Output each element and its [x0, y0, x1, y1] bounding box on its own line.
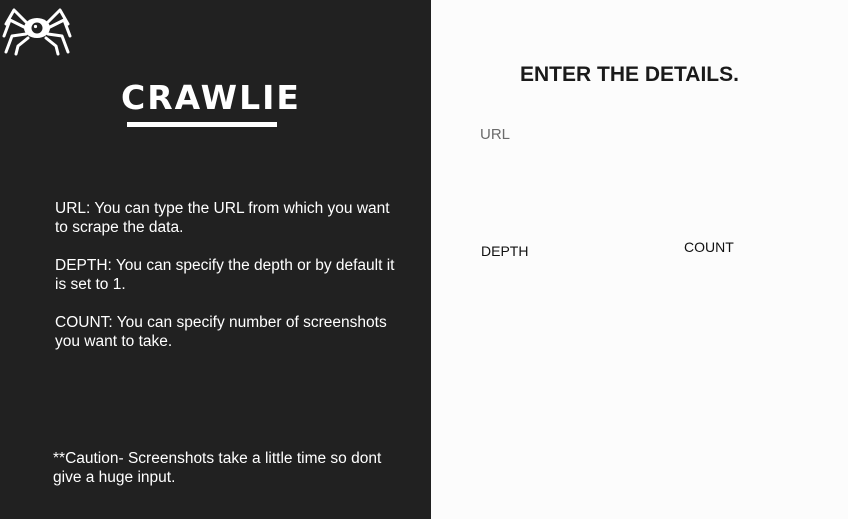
count-label: COUNT [684, 239, 734, 255]
spider-icon [2, 8, 72, 56]
count-input[interactable] [684, 261, 814, 285]
app-page: CRAWLIE URL: You can type the URL from w… [0, 0, 848, 519]
brand-underline [127, 122, 277, 127]
url-help-text: URL: You can type the URL from which you… [55, 200, 390, 236]
url-label: URL [480, 126, 511, 143]
depth-help-text: DEPTH: You can specify the depth or by d… [55, 257, 395, 293]
info-panel: CRAWLIE URL: You can type the URL from w… [0, 0, 431, 519]
caution-text: **Caution- Screenshots take a little tim… [53, 450, 382, 486]
brand-title: CRAWLIE [121, 78, 301, 117]
url-input[interactable] [480, 150, 780, 174]
depth-label: DEPTH [481, 243, 529, 259]
form-title: ENTER THE DETAILS. [520, 63, 739, 86]
depth-input[interactable] [481, 265, 631, 289]
count-help-text: COUNT: You can specify number of screens… [55, 314, 387, 350]
